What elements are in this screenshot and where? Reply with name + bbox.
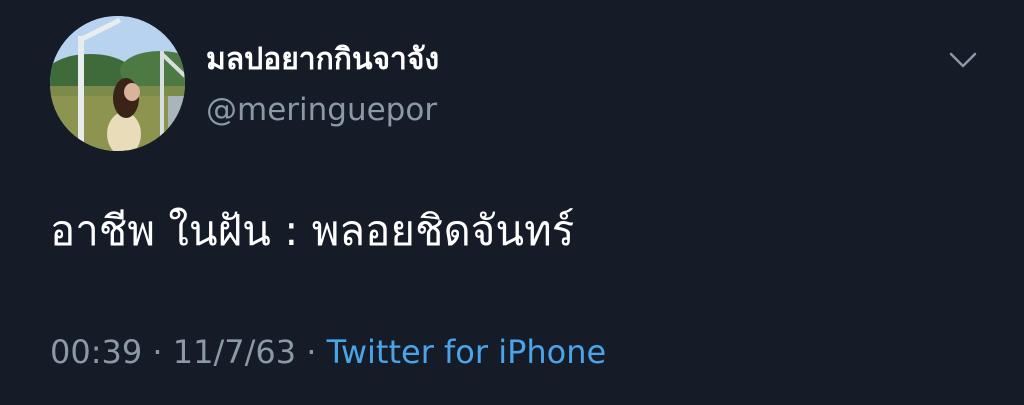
tweet-date[interactable]: 11/7/63 — [173, 333, 296, 371]
meta-separator: · — [306, 333, 317, 371]
tweet-text: อาชีพ ในฝัน : พลอยชิดจันทร์ — [50, 206, 575, 255]
profile-photo-avatar — [50, 16, 185, 151]
tweet-source-link[interactable]: Twitter for iPhone — [327, 333, 607, 371]
tweet-card: มลปอยากกินจาจัง @meringuepor อาชีพ ในฝัน… — [0, 0, 1024, 405]
tweet-meta: 00:39 · 11/7/63 · Twitter for iPhone — [50, 330, 606, 374]
avatar[interactable] — [50, 16, 185, 151]
chevron-down-icon[interactable] — [946, 46, 980, 74]
display-name[interactable]: มลปอยากกินจาจัง — [206, 40, 439, 80]
tweet-time[interactable]: 00:39 — [50, 333, 142, 371]
user-handle[interactable]: @meringuepor — [206, 89, 437, 131]
meta-separator: · — [152, 333, 163, 371]
